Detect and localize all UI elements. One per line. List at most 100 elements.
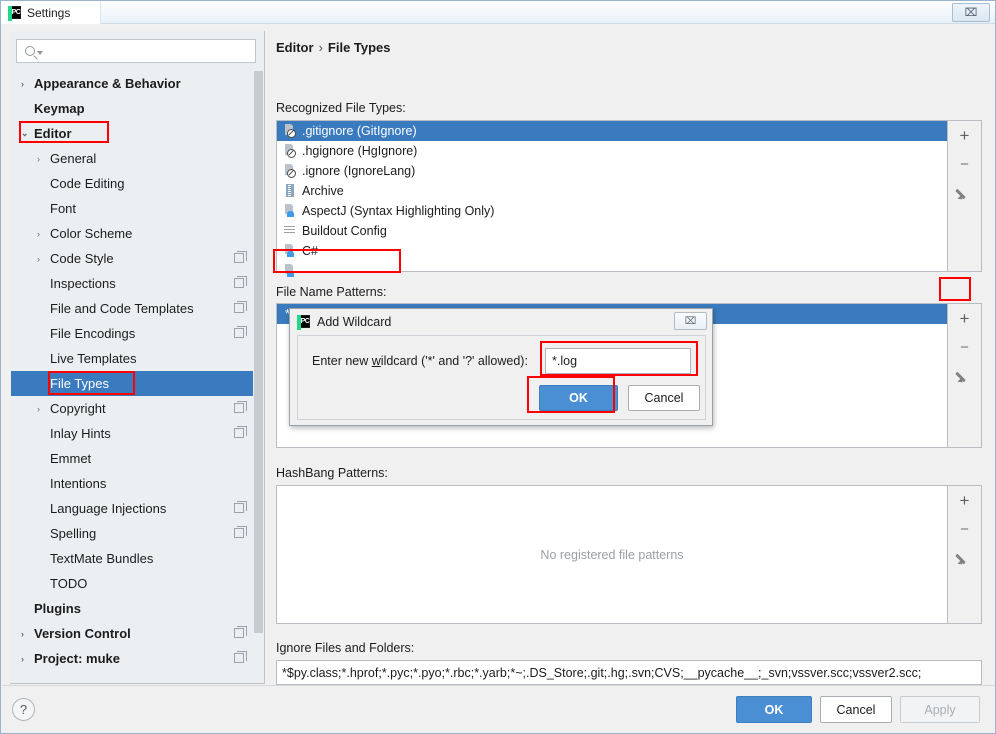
sidebar-item-file-encodings[interactable]: File Encodings [11,321,258,346]
settings-window-tab[interactable]: PC Settings [1,1,101,24]
sidebar-item-font[interactable]: Font [11,196,258,221]
recognized-file-types-list[interactable]: .gitignore (GitIgnore) .hgignore (HgIgnor… [276,120,948,277]
sidebar-item-label: Version Control [34,626,131,641]
edit-file-type-button[interactable] [948,179,981,208]
file-name-patterns-toolbar: + − [948,303,982,448]
sidebar-item-inlay-hints[interactable]: Inlay Hints [11,421,258,446]
chevron-down-icon[interactable]: ⌄ [21,128,34,139]
sidebar-item-label: File and Code Templates [50,301,194,316]
copy-settings-icon[interactable] [234,651,247,663]
dialog-footer: ? OK Cancel Apply [2,685,995,733]
remove-pattern-button[interactable]: − [948,333,981,362]
recognized-file-type-label: .hgignore (HgIgnore) [302,144,418,158]
recognized-file-type-label: Buildout Config [302,224,387,238]
help-button[interactable]: ? [12,698,35,721]
sidebar-item-language-injections[interactable]: Language Injections [11,496,258,521]
sidebar-item-inspections[interactable]: Inspections [11,271,258,296]
sidebar-scrollbar-thumb[interactable] [254,71,263,633]
copy-settings-icon[interactable] [234,401,247,413]
wildcard-prompt-after: ildcard ('*' and '?' allowed): [380,354,528,368]
chevron-down-icon [37,51,43,55]
sidebar-item-keymap[interactable]: Keymap [11,96,258,121]
sidebar-item-todo[interactable]: TODO [11,571,258,596]
search-input[interactable] [16,39,256,63]
sidebar-item-label: Font [50,201,77,216]
breadcrumb-root[interactable]: Editor [276,40,314,55]
sidebar-item-editor[interactable]: ⌄ Editor [11,121,258,146]
settings-sidebar: › Appearance & Behavior Keymap ⌄ Editor › Gene… [10,31,265,684]
copy-settings-icon[interactable] [234,426,247,438]
chevron-right-icon[interactable]: › [21,654,34,664]
chevron-right-icon[interactable]: › [21,629,34,639]
ok-button[interactable]: OK [736,696,812,723]
chevron-right-icon[interactable]: › [37,404,50,414]
wildcard-ok-button[interactable]: OK [539,385,618,411]
copy-settings-icon[interactable] [234,251,247,263]
sidebar-item-version-control[interactable]: › Version Control [11,621,258,646]
sidebar-item-label: File Encodings [50,326,136,341]
sidebar-item-live-templates[interactable]: Live Templates [11,346,258,371]
add-hashbang-button[interactable]: + [948,486,981,515]
sidebar-item-intentions[interactable]: Intentions [11,471,258,496]
chevron-right-icon[interactable]: › [37,154,50,164]
copy-settings-icon[interactable] [234,626,247,638]
sidebar-item-build-execution-deployment[interactable]: ›Build, Execution, Deployment [11,671,258,675]
recognized-file-type-row[interactable]: .ignore (IgnoreLang) [277,161,947,181]
recognized-file-type-row[interactable]: .gitignore (GitIgnore) [277,121,947,141]
copy-settings-icon[interactable] [234,326,247,338]
copy-settings-icon[interactable] [234,301,247,313]
remove-file-type-button[interactable]: − [948,150,981,179]
pencil-icon [958,370,971,383]
copy-settings-icon[interactable] [234,526,247,538]
sidebar-item-project-muke[interactable]: › Project: muke [11,646,258,671]
copy-settings-icon[interactable] [234,276,247,288]
add-pattern-button[interactable]: + [948,304,981,333]
sidebar-item-code-editing[interactable]: Code Editing [11,171,258,196]
sidebar-item-emmet[interactable]: Emmet [11,446,258,471]
cancel-button[interactable]: Cancel [820,696,892,723]
sidebar-item-label: Language Injections [50,501,167,516]
recognized-file-type-row[interactable]: Archive [277,181,947,201]
sidebar-item-general[interactable]: › General [11,146,258,171]
sidebar-item-label: Inspections [50,276,116,291]
recognized-file-types-toolbar: + − [948,120,982,272]
copy-settings-icon[interactable] [234,501,247,513]
window-title-bar: PC Settings ⌧ [1,1,995,24]
sidebar-item-label: Spelling [50,526,97,541]
chevron-right-icon[interactable]: › [37,254,50,264]
sidebar-item-plugins[interactable]: Plugins [11,596,258,621]
sidebar-item-textmate-bundles[interactable]: TextMate Bundles [11,546,258,571]
edit-pattern-button[interactable] [948,362,981,391]
recognized-file-type-row[interactable]: C# [277,241,947,261]
close-icon[interactable]: ⌧ [674,312,707,330]
sidebar-item-copyright[interactable]: › Copyright [11,396,258,421]
edit-hashbang-button[interactable] [948,544,981,573]
sidebar-item-appearance-behavior[interactable]: › Appearance & Behavior [11,71,258,96]
recognized-file-type-row[interactable]: .hgignore (HgIgnore) [277,141,947,161]
recognized-file-type-row[interactable]: Buildout Config [277,221,947,241]
recognized-file-type-row-partial[interactable] [277,261,947,281]
add-file-type-button[interactable]: + [948,121,981,150]
wildcard-prompt-before: Enter new [312,354,372,368]
ignore-files-input[interactable]: *$py.class;*.hprof;*.pyc;*.pyo;*.rbc;*.y… [276,660,982,685]
close-icon[interactable]: ⌧ [952,3,990,22]
sidebar-scrollbar[interactable] [253,71,264,675]
search-icon [25,46,35,56]
sidebar-item-file-types[interactable]: File Types [11,371,258,396]
recognized-file-type-row[interactable]: AspectJ (Syntax Highlighting Only) [277,201,947,221]
sidebar-item-file-and-code-templates[interactable]: File and Code Templates [11,296,258,321]
hashbang-patterns-list[interactable]: No registered file patterns [276,485,948,624]
sidebar-item-label: Project: muke [34,651,120,666]
wildcard-prompt-mnemonic: w [371,354,381,368]
sidebar-item-color-scheme[interactable]: › Color Scheme [11,221,258,246]
hashbang-patterns-toolbar: + − [948,485,982,624]
sidebar-item-code-style[interactable]: › Code Style [11,246,258,271]
chevron-right-icon[interactable]: › [37,229,50,239]
apply-button[interactable]: Apply [900,696,980,723]
sidebar-item-spelling[interactable]: Spelling [11,521,258,546]
wildcard-input[interactable]: *.log [545,348,691,374]
class-file-icon [283,204,296,218]
chevron-right-icon[interactable]: › [21,79,34,89]
wildcard-cancel-button[interactable]: Cancel [628,385,700,411]
remove-hashbang-button[interactable]: − [948,515,981,544]
